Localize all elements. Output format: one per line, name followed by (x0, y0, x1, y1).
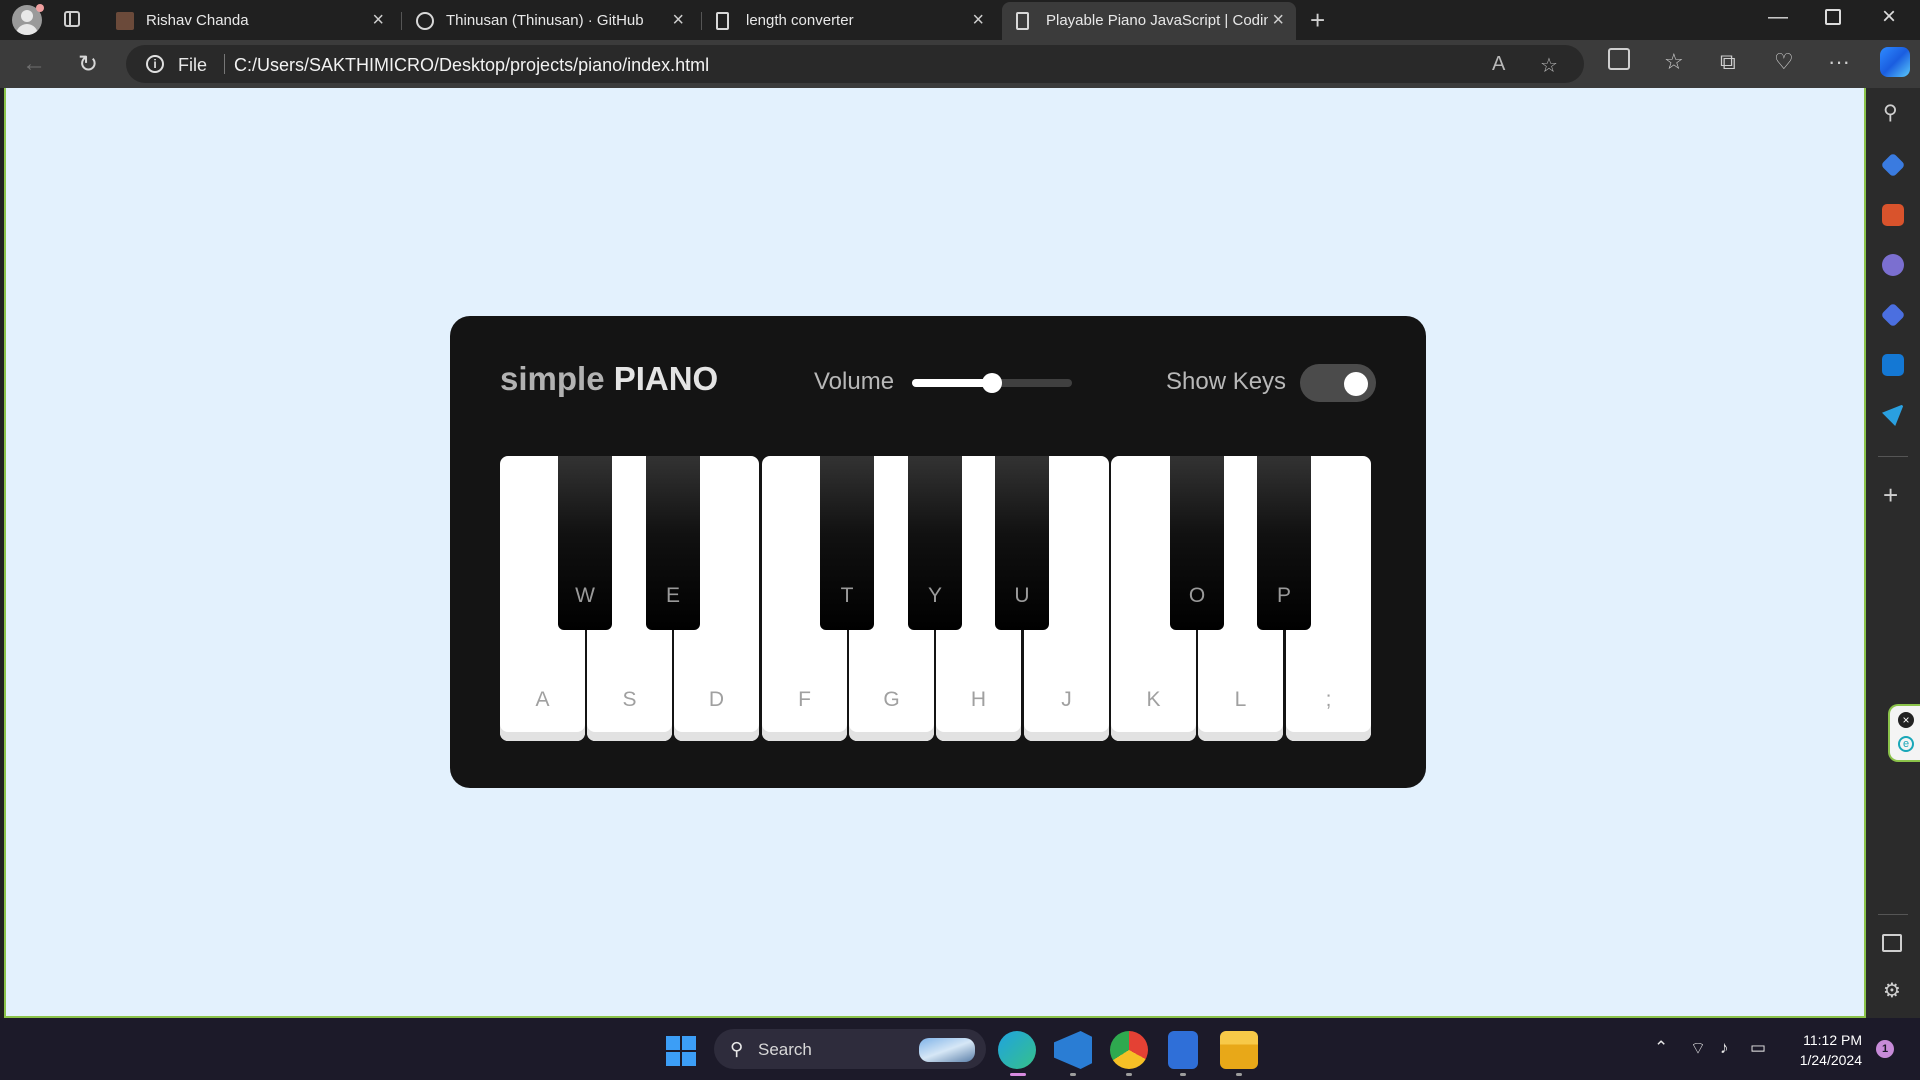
app-indicator (1070, 1073, 1076, 1076)
close-tab-icon[interactable]: × (1272, 9, 1284, 32)
battery-icon[interactable]: ▭ (1750, 1038, 1766, 1058)
close-tab-icon[interactable]: × (372, 9, 384, 32)
search-highlight-image (919, 1038, 975, 1062)
profile-badge (36, 4, 44, 12)
close-tab-icon[interactable]: × (672, 9, 684, 32)
microsoft-365-icon[interactable] (1880, 302, 1906, 328)
app-indicator (1236, 1073, 1242, 1076)
windows-taskbar: ⚲ Search ⌃ ⌔ ♪ ▭ 11:12 PM 1/24/2024 1 (0, 1018, 1920, 1080)
more-options-icon[interactable]: ··· (1828, 49, 1850, 75)
github-icon (416, 12, 434, 30)
close-tab-icon[interactable]: × (972, 9, 984, 32)
user-photo-icon (116, 12, 134, 30)
tab-rishav-chanda[interactable]: Rishav Chanda × (102, 2, 396, 40)
page-viewport: simple PIANO Volume Show Keys A S D F G … (4, 88, 1866, 1018)
wifi-icon[interactable]: ⌔ (1690, 1038, 1706, 1059)
add-icon[interactable]: + (1883, 480, 1898, 511)
address-divider (224, 54, 225, 74)
black-key-y[interactable]: Y (908, 456, 962, 630)
show-keys-toggle[interactable] (1300, 364, 1376, 402)
start-windows-icon[interactable] (666, 1036, 696, 1066)
black-key-p[interactable]: P (1257, 456, 1311, 630)
tab-actions-icon[interactable] (64, 11, 80, 27)
taskbar-search[interactable]: ⚲ Search (714, 1029, 986, 1069)
sidebar-divider (1878, 456, 1908, 457)
notification-badge[interactable]: 1 (1876, 1040, 1894, 1058)
notepad-icon[interactable] (1168, 1031, 1198, 1069)
volume-slider-thumb[interactable] (982, 373, 1002, 393)
tab-github[interactable]: Thinusan (Thinusan) · GitHub × (402, 2, 696, 40)
volume-label: Volume (814, 368, 895, 395)
vscode-icon[interactable] (1054, 1031, 1092, 1069)
edge-sidebar: ⚲ + ⚙ (1866, 88, 1920, 1018)
extension-icon[interactable]: e (1898, 736, 1914, 752)
address-bar[interactable]: i File C:/Users/SAKTHIMICRO/Desktop/proj… (126, 45, 1584, 83)
outlook-icon[interactable] (1882, 354, 1904, 376)
app-indicator (1180, 1073, 1186, 1076)
black-key-t[interactable]: T (820, 456, 874, 630)
refresh-icon[interactable]: ↻ (78, 50, 98, 79)
search-icon[interactable]: ⚲ (1883, 100, 1898, 125)
info-icon[interactable]: i (146, 55, 164, 73)
chevron-up-icon[interactable]: ⌃ (1654, 1038, 1668, 1058)
tab-length-converter[interactable]: length converter × (702, 2, 996, 40)
active-app-indicator (1010, 1073, 1026, 1076)
send-icon[interactable] (1882, 404, 1904, 426)
floating-extension-widget[interactable]: × e (1888, 704, 1920, 762)
favorite-star-icon[interactable]: ☆ (1540, 53, 1558, 78)
browser-essentials-icon[interactable]: ♡ (1774, 49, 1794, 75)
sidebar-divider (1878, 914, 1908, 915)
copilot-icon[interactable] (1880, 47, 1910, 77)
favorites-icon[interactable]: ☆ (1664, 49, 1684, 75)
close-icon[interactable]: × (1898, 712, 1914, 728)
show-keys-label: Show Keys (1166, 368, 1287, 395)
back-icon[interactable]: ← (22, 50, 46, 78)
games-icon[interactable] (1882, 254, 1904, 276)
scheme-label: File (178, 55, 208, 75)
shopping-tag-icon[interactable] (1880, 152, 1906, 178)
system-clock[interactable]: 11:12 PM 1/24/2024 (1780, 1030, 1862, 1070)
close-window-icon[interactable]: × (1882, 3, 1896, 31)
restore-icon[interactable] (1825, 9, 1841, 25)
piano-title: simple PIANO (500, 360, 719, 397)
piano-keyboard: A S D F G H J K L ; W E T Y U O P (500, 456, 1374, 741)
page-icon (1016, 12, 1029, 30)
black-key-w[interactable]: W (558, 456, 612, 630)
tools-icon[interactable] (1882, 204, 1904, 226)
toggle-knob (1344, 372, 1368, 396)
search-icon: ⚲ (730, 1039, 744, 1059)
edge-browser-icon[interactable] (998, 1031, 1036, 1069)
hide-sidebar-icon[interactable] (1882, 934, 1902, 952)
page-icon (716, 12, 729, 30)
black-key-e[interactable]: E (646, 456, 700, 630)
tab-strip: Rishav Chanda × Thinusan (Thinusan) · Gi… (0, 0, 1920, 40)
piano-wrapper: simple PIANO Volume Show Keys A S D F G … (450, 316, 1426, 788)
address-url[interactable]: C:/Users/SAKTHIMICRO/Desktop/projects/pi… (234, 55, 709, 76)
browser-toolbar: ← ↻ i File C:/Users/SAKTHIMICRO/Desktop/… (0, 40, 1920, 88)
volume-icon[interactable]: ♪ (1720, 1038, 1729, 1058)
black-key-o[interactable]: O (1170, 456, 1224, 630)
tab-playable-piano[interactable]: Playable Piano JavaScript | Codin × (1002, 2, 1296, 40)
app-indicator (1126, 1073, 1132, 1076)
minimize-icon[interactable]: — (1768, 6, 1788, 29)
volume-slider-fill (912, 379, 992, 387)
settings-gear-icon[interactable]: ⚙ (1883, 978, 1901, 1003)
new-tab-icon[interactable]: + (1310, 5, 1325, 36)
volume-slider[interactable] (912, 373, 1072, 393)
read-aloud-icon[interactable]: A (1492, 53, 1505, 76)
file-explorer-icon[interactable] (1220, 1031, 1258, 1069)
chrome-icon[interactable] (1110, 1031, 1148, 1069)
split-screen-icon[interactable] (1608, 48, 1630, 70)
collections-icon[interactable]: ⧉ (1720, 49, 1736, 75)
black-key-u[interactable]: U (995, 456, 1049, 630)
